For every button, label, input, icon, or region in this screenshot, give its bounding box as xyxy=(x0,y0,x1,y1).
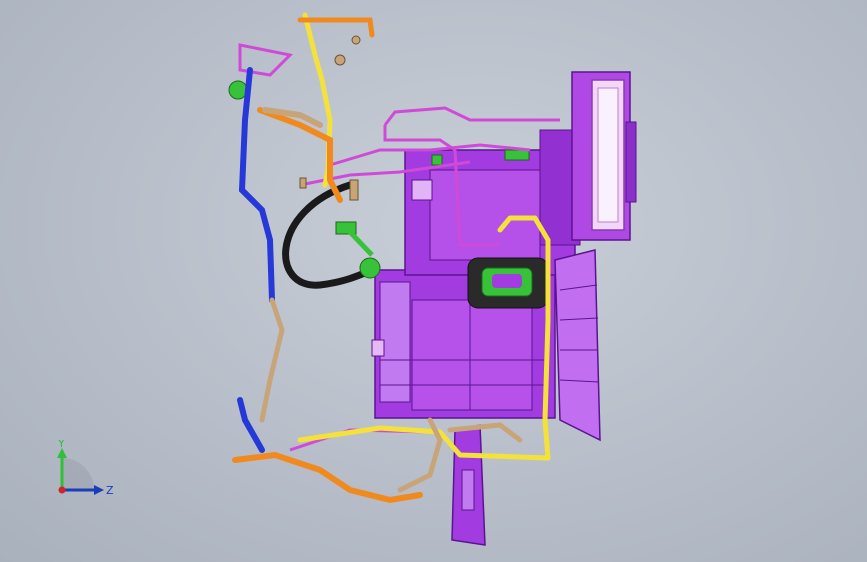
hvac-assembly-model[interactable] xyxy=(0,0,867,562)
cad-3d-viewport[interactable]: Y Z xyxy=(0,0,867,562)
blower-duct[interactable] xyxy=(554,249,601,442)
triad-quadrant xyxy=(62,458,94,490)
lower-bracket[interactable] xyxy=(451,424,486,546)
z-axis-label: Z xyxy=(106,484,114,497)
z-axis-arrow-icon xyxy=(94,485,104,495)
orange-pipe-lower[interactable] xyxy=(232,451,423,504)
blue-pipe-lower[interactable] xyxy=(237,397,265,453)
y-axis-label: Y xyxy=(57,440,65,450)
axis-triad: Y Z xyxy=(57,440,114,497)
black-hose[interactable] xyxy=(282,181,376,289)
evaporator-port[interactable] xyxy=(467,257,549,309)
x-axis-dot-icon xyxy=(58,486,66,494)
yellow-pipe[interactable] xyxy=(302,12,333,188)
blue-pipe[interactable] xyxy=(238,67,275,303)
filter-box[interactable] xyxy=(571,71,637,241)
hvac-housing-upper[interactable] xyxy=(404,129,581,276)
